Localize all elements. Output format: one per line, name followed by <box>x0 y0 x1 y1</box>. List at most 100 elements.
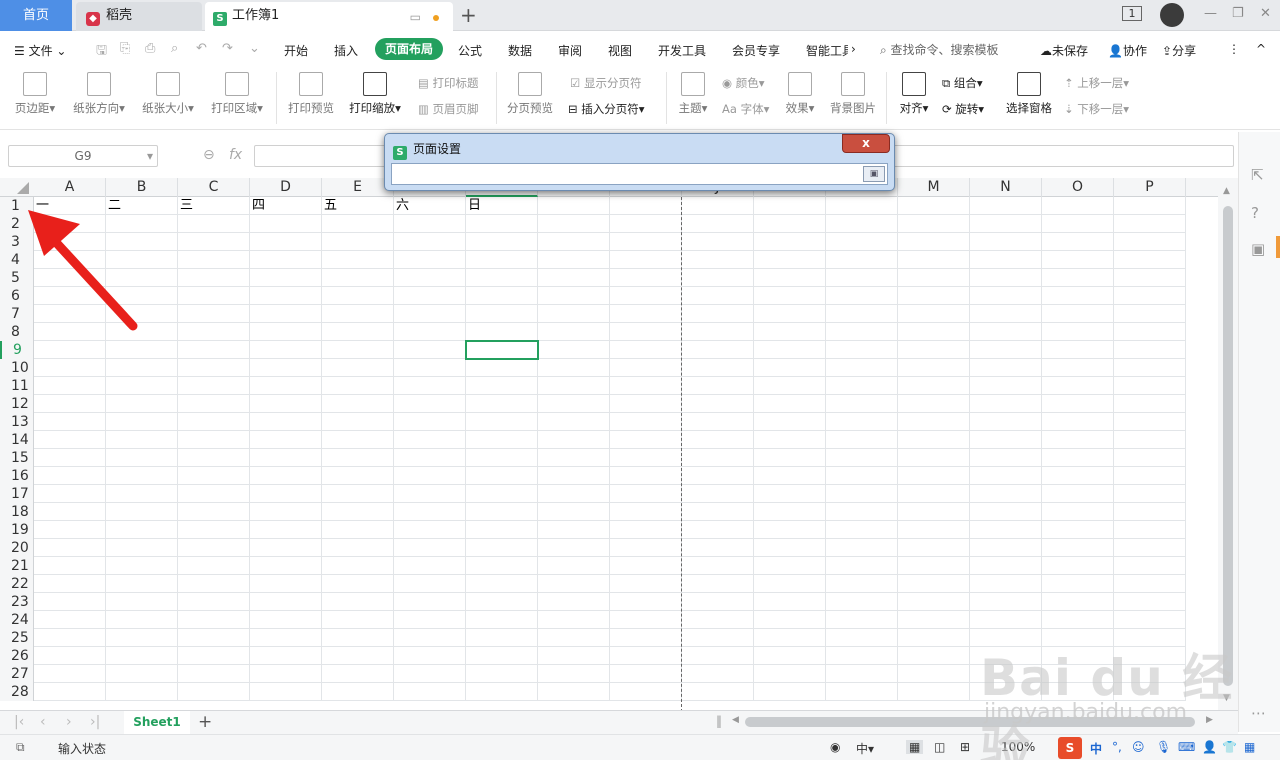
cell-g22[interactable] <box>466 575 538 593</box>
collab-button[interactable]: 👤协作 <box>1108 42 1147 59</box>
cell-f25[interactable] <box>394 629 466 647</box>
cell-a3[interactable] <box>34 233 106 251</box>
cell-l1[interactable] <box>826 197 898 215</box>
cell-i18[interactable] <box>610 503 682 521</box>
name-box[interactable]: G9 ▾ <box>8 145 158 167</box>
cell-k26[interactable] <box>754 647 826 665</box>
cell-k6[interactable] <box>754 287 826 305</box>
cell-k21[interactable] <box>754 557 826 575</box>
cell-k19[interactable] <box>754 521 826 539</box>
cell-g27[interactable] <box>466 665 538 683</box>
cell-e2[interactable] <box>322 215 394 233</box>
cell-f7[interactable] <box>394 305 466 323</box>
help-icon[interactable]: ? <box>1251 204 1259 222</box>
cell-l28[interactable] <box>826 683 898 701</box>
cell-j21[interactable] <box>682 557 754 575</box>
cell-e27[interactable] <box>322 665 394 683</box>
cell-i5[interactable] <box>610 269 682 287</box>
cell-d13[interactable] <box>250 413 322 431</box>
cell-p6[interactable] <box>1114 287 1186 305</box>
cell-p14[interactable] <box>1114 431 1186 449</box>
eye-protect-icon[interactable]: ◉ <box>830 740 840 754</box>
cell-b6[interactable] <box>106 287 178 305</box>
cell-f3[interactable] <box>394 233 466 251</box>
cell-k7[interactable] <box>754 305 826 323</box>
cell-e21[interactable] <box>322 557 394 575</box>
cell-d16[interactable] <box>250 467 322 485</box>
cell-c17[interactable] <box>178 485 250 503</box>
avatar[interactable] <box>1160 3 1184 27</box>
cell-i10[interactable] <box>610 359 682 377</box>
cell-b15[interactable] <box>106 449 178 467</box>
cell-g3[interactable] <box>466 233 538 251</box>
cell-c25[interactable] <box>178 629 250 647</box>
cell-f5[interactable] <box>394 269 466 287</box>
cell-p13[interactable] <box>1114 413 1186 431</box>
tab-formula[interactable]: 公式 <box>458 42 482 59</box>
margins-button[interactable]: 页边距▾ <box>12 66 58 116</box>
print-preview-button[interactable]: 打印预览 <box>286 66 336 116</box>
row-header-16[interactable]: 16 <box>0 467 34 485</box>
cell-d20[interactable] <box>250 539 322 557</box>
cell-h18[interactable] <box>538 503 610 521</box>
cell-o22[interactable] <box>1042 575 1114 593</box>
cell-o15[interactable] <box>1042 449 1114 467</box>
cell-o24[interactable] <box>1042 611 1114 629</box>
cell-e1[interactable]: 五 <box>322 197 394 215</box>
cell-p17[interactable] <box>1114 485 1186 503</box>
row-header-15[interactable]: 15 <box>0 449 34 467</box>
cell-i8[interactable] <box>610 323 682 341</box>
cell-h12[interactable] <box>538 395 610 413</box>
cell-g21[interactable] <box>466 557 538 575</box>
row-header-10[interactable]: 10 <box>0 359 34 377</box>
cell-l7[interactable] <box>826 305 898 323</box>
cell-h20[interactable] <box>538 539 610 557</box>
cell-m18[interactable] <box>898 503 970 521</box>
row-header-25[interactable]: 25 <box>0 629 34 647</box>
cell-i4[interactable] <box>610 251 682 269</box>
cell-d19[interactable] <box>250 521 322 539</box>
cell-d6[interactable] <box>250 287 322 305</box>
cell-i20[interactable] <box>610 539 682 557</box>
scroll-up-icon[interactable]: ▲ <box>1223 186 1230 196</box>
cell-l17[interactable] <box>826 485 898 503</box>
cell-d5[interactable] <box>250 269 322 287</box>
show-page-break-checkbox[interactable]: ☑ 显示分页符 <box>570 75 641 91</box>
cell-p22[interactable] <box>1114 575 1186 593</box>
cell-o14[interactable] <box>1042 431 1114 449</box>
cell-i11[interactable] <box>610 377 682 395</box>
cell-b22[interactable] <box>106 575 178 593</box>
cell-m14[interactable] <box>898 431 970 449</box>
cell-f28[interactable] <box>394 683 466 701</box>
cell-f15[interactable] <box>394 449 466 467</box>
cell-p8[interactable] <box>1114 323 1186 341</box>
cell-j27[interactable] <box>682 665 754 683</box>
cell-k20[interactable] <box>754 539 826 557</box>
tile-windows-button[interactable]: 1 <box>1122 6 1142 21</box>
close-window-button[interactable]: ✕ <box>1260 6 1271 21</box>
cell-n14[interactable] <box>970 431 1042 449</box>
cell-k28[interactable] <box>754 683 826 701</box>
cell-e24[interactable] <box>322 611 394 629</box>
cell-a11[interactable] <box>34 377 106 395</box>
cell-i17[interactable] <box>610 485 682 503</box>
undo-icon[interactable]: ↶ <box>196 41 207 56</box>
cell-n11[interactable] <box>970 377 1042 395</box>
cell-o21[interactable] <box>1042 557 1114 575</box>
cell-l8[interactable] <box>826 323 898 341</box>
cursor-icon[interactable]: ⇱ <box>1251 166 1264 184</box>
cell-c3[interactable] <box>178 233 250 251</box>
row-header-9[interactable]: 9 <box>0 341 34 359</box>
cell-a12[interactable] <box>34 395 106 413</box>
page-break-preview-button[interactable]: 分页预览 <box>505 66 555 116</box>
cell-a4[interactable] <box>34 251 106 269</box>
cell-h19[interactable] <box>538 521 610 539</box>
cell-n21[interactable] <box>970 557 1042 575</box>
cell-k14[interactable] <box>754 431 826 449</box>
cell-m6[interactable] <box>898 287 970 305</box>
cell-a14[interactable] <box>34 431 106 449</box>
cell-e17[interactable] <box>322 485 394 503</box>
cell-j2[interactable] <box>682 215 754 233</box>
cell-j26[interactable] <box>682 647 754 665</box>
cell-h26[interactable] <box>538 647 610 665</box>
